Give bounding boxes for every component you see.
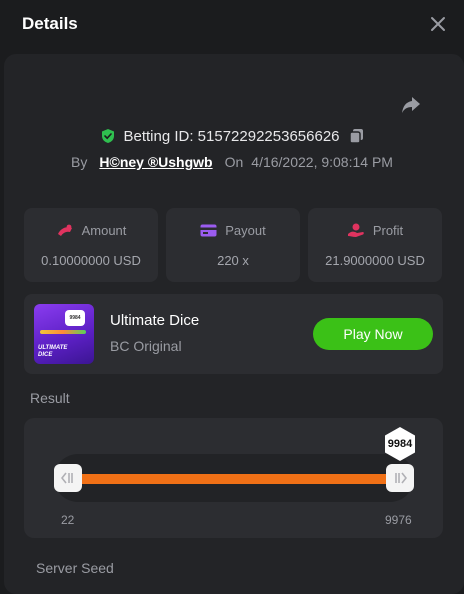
result-label: Result [30,390,70,406]
share-icon[interactable] [400,95,422,115]
payout-value: 220 x [217,253,249,268]
game-name: Ultimate Dice [110,312,200,329]
betting-id-line: Betting ID: 51572292253656626 [0,125,464,147]
profit-card: Profit 21.9000000 USD [308,208,442,282]
game-subtitle: BC Original [110,338,182,354]
dialog-title: Details [22,14,78,33]
copy-icon[interactable] [348,128,364,144]
result-box: 9984 22 9976 [24,418,443,538]
range-max: 9976 [385,513,412,527]
shield-check-icon [100,128,116,144]
range-track-fill [76,474,392,484]
play-now-button[interactable]: Play Now [313,318,433,350]
close-icon[interactable] [428,14,448,34]
by-label: By [71,154,88,170]
username-link[interactable]: H©ney ®Ushgwb [99,154,212,170]
profit-value: 21.9000000 USD [325,253,425,268]
range-min: 22 [61,513,75,527]
payout-card: Payout 220 x [166,208,300,282]
bet-datetime: 4/16/2022, 9:08:14 PM [251,154,393,170]
server-seed-label: Server Seed [36,560,114,576]
result-value: 9984 [387,438,413,450]
amount-value: 0.10000000 USD [41,253,141,268]
betting-id: Betting ID: 51572292253656626 [123,127,340,145]
profit-label: Profit [372,223,404,238]
range-handle-left[interactable] [54,464,82,492]
hand-coin-icon [347,223,364,237]
dialog-header: Details [0,0,464,46]
chevron-right-icon [395,472,407,484]
coins-icon [57,224,72,236]
game-thumbnail[interactable]: 9984 ULTIMATE DICE [34,304,94,364]
range-handle-right[interactable] [386,464,414,492]
payout-label: Payout [225,223,266,238]
amount-card: Amount 0.10000000 USD [24,208,158,282]
byline: By H©ney ®Ushgwb On 4/16/2022, 9:08:14 P… [0,152,464,172]
card-icon [200,224,217,237]
result-marker: 9984 [382,426,418,462]
on-label: On [224,154,244,170]
amount-label: Amount [81,223,127,238]
chevron-left-icon [61,472,73,484]
game-card: 9984 ULTIMATE DICE Ultimate Dice BC Origi… [24,294,443,374]
thumbnail-text: ULTIMATE DICE [38,345,68,358]
